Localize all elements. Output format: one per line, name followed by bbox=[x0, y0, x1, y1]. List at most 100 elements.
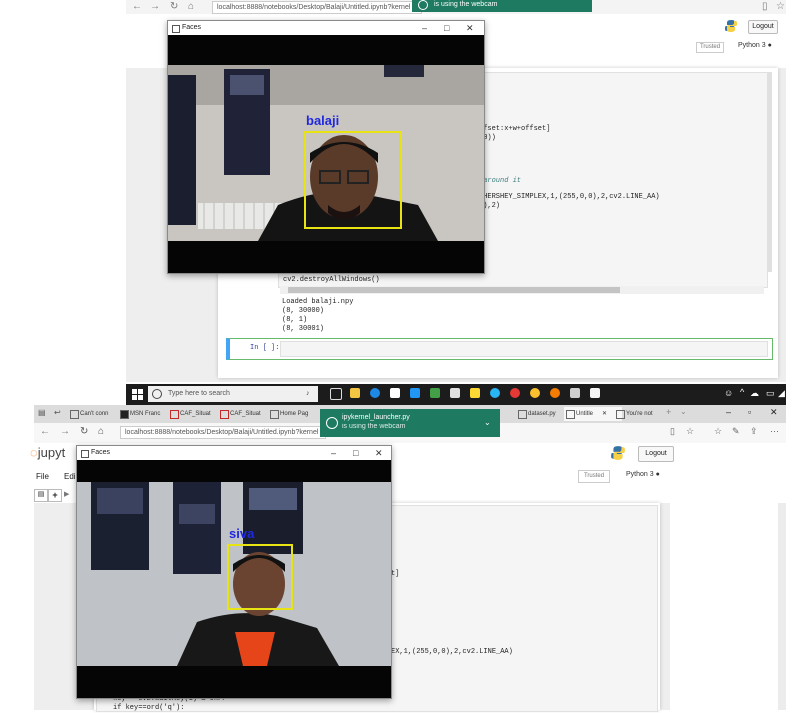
star-icon[interactable]: ☆ bbox=[686, 426, 694, 437]
tray-volume-icon[interactable]: ◢ bbox=[778, 388, 785, 399]
close-icon[interactable]: ✕ bbox=[770, 407, 778, 418]
faces-window[interactable]: Faces – □ ✕ siva bbox=[76, 445, 392, 699]
tab-back-icon[interactable]: ↩ bbox=[54, 408, 61, 417]
ie-icon[interactable] bbox=[490, 388, 500, 398]
forward-icon[interactable]: → bbox=[150, 1, 160, 12]
search-placeholder: Type here to search bbox=[168, 390, 230, 397]
maximize-icon[interactable]: ▫ bbox=[748, 407, 751, 417]
toolbar-save-icon[interactable]: ▤ bbox=[34, 489, 48, 502]
kernel-name: Python 3 bbox=[738, 42, 766, 49]
reading-view-icon[interactable]: ▯ bbox=[670, 426, 675, 437]
window-icon[interactable] bbox=[590, 388, 600, 398]
logout-button[interactable]: Logout bbox=[748, 20, 778, 34]
address-bar[interactable]: localhost:8888/notebooks/Desktop/Balaji/… bbox=[120, 426, 326, 439]
windows-taskbar: Type here to search ♪ ☺ ^ ☁ ▭ ◢ bbox=[126, 384, 786, 405]
notes-pen-icon[interactable]: ✎ bbox=[732, 426, 740, 437]
close-icon[interactable]: ✕ bbox=[466, 21, 474, 35]
trusted-badge[interactable]: Trusted bbox=[578, 470, 610, 483]
star-icon[interactable]: ☆ bbox=[776, 1, 785, 12]
back-icon[interactable]: ← bbox=[132, 1, 142, 12]
tray-chevron-icon[interactable]: ^ bbox=[740, 387, 744, 397]
kernel-status-icon: ● bbox=[767, 42, 772, 49]
task-view-icon[interactable] bbox=[330, 388, 342, 400]
jupyter-logo-icon: ◌ bbox=[30, 445, 38, 460]
python-logo-icon bbox=[725, 20, 737, 32]
jupyter-icon[interactable] bbox=[550, 388, 560, 398]
code-line: ffset:x+w+offset] bbox=[479, 125, 551, 133]
reading-view-icon[interactable]: ▯ bbox=[762, 1, 768, 12]
notebook-scrollbar[interactable] bbox=[778, 503, 786, 710]
code-line: cv2.destroyAllWindows() bbox=[283, 276, 380, 284]
browser-tab[interactable]: You're not bbox=[614, 407, 672, 421]
face-label: balaji bbox=[306, 113, 340, 128]
chevron-down-icon[interactable]: ⌄ bbox=[484, 418, 491, 427]
back-icon[interactable]: ← bbox=[40, 426, 50, 437]
new-tab-icon[interactable]: + bbox=[666, 407, 671, 417]
tray-battery-icon[interactable]: ▭ bbox=[766, 388, 775, 399]
notes-icon[interactable] bbox=[470, 388, 480, 398]
window-title: Faces bbox=[91, 449, 111, 456]
tab-close-icon[interactable]: ✕ bbox=[602, 407, 607, 421]
more-icon[interactable]: ⋯ bbox=[770, 426, 779, 437]
office-icon[interactable] bbox=[510, 388, 520, 398]
horizontal-scrollbar[interactable] bbox=[280, 286, 764, 294]
code-line: EX,1,(255,0,0),2,cv2.LINE_AA) bbox=[391, 648, 513, 656]
webcam-toast[interactable]: ipykernel_launcher.py is using the webca… bbox=[320, 409, 500, 437]
tray-network-icon[interactable]: ☁ bbox=[750, 388, 759, 399]
faces-window[interactable]: Faces – □ ✕ balaji bbox=[167, 20, 485, 274]
address-bar[interactable]: localhost:8888/notebooks/Desktop/Balaji/… bbox=[212, 1, 422, 14]
anaconda-icon[interactable] bbox=[430, 388, 440, 398]
app-icon bbox=[81, 450, 89, 458]
refresh-icon[interactable]: ↻ bbox=[80, 426, 88, 437]
app-icon bbox=[172, 25, 180, 33]
share-icon[interactable]: ⇪ bbox=[750, 426, 758, 437]
notepad-icon[interactable] bbox=[570, 388, 580, 398]
webcam-toast[interactable]: is using the webcam bbox=[412, 0, 592, 12]
store-icon[interactable] bbox=[390, 388, 400, 398]
file-explorer-icon[interactable] bbox=[350, 388, 360, 398]
input-cell[interactable]: In [ ]: bbox=[226, 338, 773, 360]
toolbar-run-icon[interactable]: ▶ bbox=[64, 490, 69, 498]
add-cell-button[interactable]: + bbox=[48, 489, 62, 502]
jupyter-logo: ◌jupyt bbox=[30, 445, 65, 460]
edge-icon[interactable] bbox=[370, 388, 380, 398]
tab-list-icon[interactable]: ⌄ bbox=[680, 407, 687, 416]
minimize-icon[interactable]: – bbox=[422, 21, 427, 35]
scroll-thumb[interactable] bbox=[288, 287, 620, 293]
favorites-icon[interactable]: ☆ bbox=[714, 426, 722, 437]
trusted-badge[interactable]: Trusted bbox=[696, 42, 724, 53]
kernel-name: Python 3 bbox=[626, 471, 654, 478]
code-line: t] bbox=[391, 570, 400, 578]
bottom-screenshot: ▤ ↩ Can't conn MSN Franc CAF_Situat CAF_… bbox=[30, 405, 786, 712]
tray-people-icon[interactable]: ☺ bbox=[724, 388, 733, 398]
window-titlebar[interactable]: Faces – □ ✕ bbox=[77, 446, 391, 460]
minimize-icon[interactable]: – bbox=[726, 407, 731, 417]
windows-start-icon[interactable] bbox=[132, 389, 143, 400]
dropbox-icon[interactable] bbox=[410, 388, 420, 398]
maximize-icon[interactable]: □ bbox=[444, 21, 449, 35]
top-screenshot: ← → ↻ ⌂ localhost:8888/notebooks/Desktop… bbox=[0, 0, 812, 384]
browser-tab[interactable]: Home Pag bbox=[268, 407, 326, 421]
home-icon[interactable]: ⌂ bbox=[188, 1, 194, 12]
logout-button[interactable]: Logout bbox=[638, 446, 674, 462]
maximize-icon[interactable]: □ bbox=[353, 446, 358, 460]
home-icon[interactable]: ⌂ bbox=[98, 426, 104, 437]
code-line: _HERSHEY_SIMPLEX,1,(255,0,0),2,cv2.LINE_… bbox=[479, 193, 660, 201]
forward-icon[interactable]: → bbox=[60, 426, 70, 437]
menu-file[interactable]: File bbox=[36, 472, 49, 481]
window-titlebar[interactable]: Faces – □ ✕ bbox=[168, 21, 484, 35]
chrome-icon[interactable] bbox=[530, 388, 540, 398]
taskbar-search[interactable]: Type here to search ♪ bbox=[148, 386, 318, 402]
kernel-indicator: Python 3 ● bbox=[626, 471, 660, 478]
tab-actions-icon[interactable]: ▤ bbox=[38, 408, 46, 417]
menu-edit[interactable]: Edi bbox=[64, 472, 76, 481]
output-line: (8, 1) bbox=[282, 316, 308, 324]
minimize-icon[interactable]: – bbox=[331, 446, 336, 460]
kernel-status-icon: ● bbox=[655, 471, 660, 478]
notebook-right-panel bbox=[670, 503, 780, 710]
input-editor[interactable] bbox=[280, 341, 768, 357]
microphone-icon[interactable]: ♪ bbox=[306, 386, 310, 402]
mail-icon[interactable] bbox=[450, 388, 460, 398]
close-icon[interactable]: ✕ bbox=[375, 446, 383, 460]
refresh-icon[interactable]: ↻ bbox=[170, 1, 178, 12]
